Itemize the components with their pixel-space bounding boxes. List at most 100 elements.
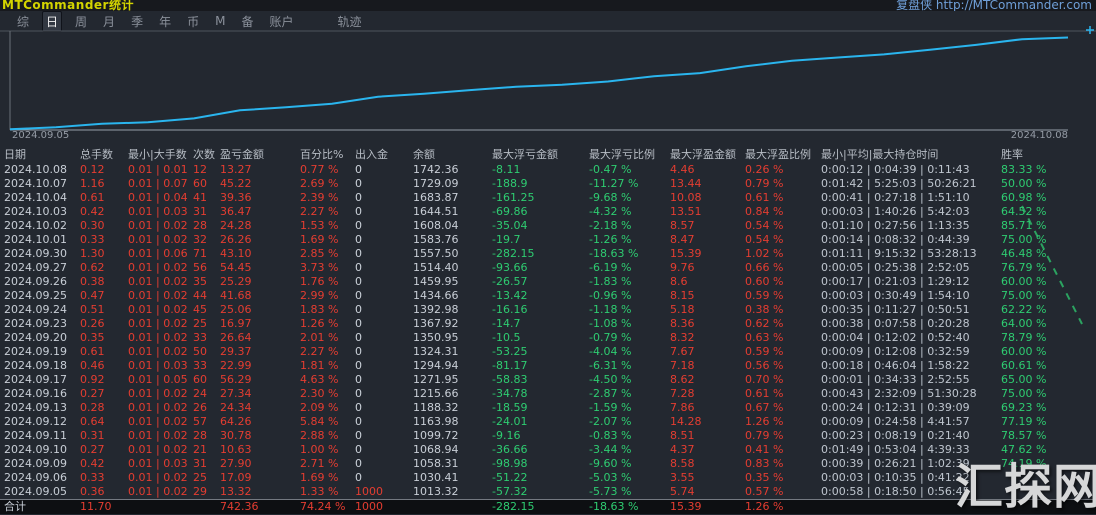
cell-date: 2024.09.09 — [4, 457, 67, 470]
table-row: 2024.09.27 0.62 0.01 | 0.02 56 54.45 3.73 % 0 1… — [0, 261, 1096, 275]
cell-max-float-loss: -18.59 — [492, 401, 528, 414]
cell-win-rate: 75.00 % — [1001, 289, 1047, 302]
brand-link[interactable]: 复盘侠 http://MTCommander.com — [896, 0, 1092, 11]
cell-total-lots: 0.47 — [80, 289, 105, 302]
cell-date: 2024.09.23 — [4, 317, 67, 330]
cell-win-rate: 75.00 % — [1001, 233, 1047, 246]
cell-min-max-lots: 0.01 | 0.02 — [128, 261, 188, 274]
cell-pl-percent: 74.24 % — [300, 500, 346, 513]
cell-date: 2024.09.13 — [4, 401, 67, 414]
cell-max-float-profit-pct: 0.61 % — [745, 191, 784, 204]
cell-deposit: 0 — [355, 429, 362, 442]
cell-min-max-lots: 0.01 | 0.02 — [128, 303, 188, 316]
cell-min-max-lots: 0.01 | 0.02 — [128, 387, 188, 400]
cell-count: 24 — [193, 387, 207, 400]
cell-win-rate: 76.79 % — [1001, 261, 1047, 274]
cell-total-lots: 0.35 — [80, 331, 105, 344]
cell-pl-amount: 27.34 — [220, 387, 252, 400]
cell-max-float-loss: -58.83 — [492, 373, 528, 386]
cell-hold-time: 0:00:03 | 1:40:26 | 5:42:03 — [821, 205, 970, 218]
cell-max-float-loss: -188.9 — [492, 177, 528, 190]
cell-pl-amount: 45.22 — [220, 177, 252, 190]
cell-deposit: 0 — [355, 331, 362, 344]
cell-max-float-profit: 7.18 — [670, 359, 695, 372]
cell-pl-percent: 2.27 % — [300, 345, 339, 358]
cell-hold-time: 0:00:41 | 0:27:18 | 1:51:10 — [821, 191, 970, 204]
cell-win-rate: 69.23 % — [1001, 401, 1047, 414]
cell-pl-amount: 41.68 — [220, 289, 252, 302]
cell-deposit: 0 — [355, 233, 362, 246]
cell-pl-percent: 1.00 % — [300, 443, 339, 456]
cell-hold-time: 0:00:38 | 0:07:58 | 0:20:28 — [821, 317, 970, 330]
cell-total-lots: 0.61 — [80, 191, 105, 204]
cell-max-float-profit: 8.58 — [670, 457, 695, 470]
cell-pl-amount: 17.09 — [220, 471, 252, 484]
table-row: 2024.09.12 0.64 0.01 | 0.02 57 64.26 5.84 % 0 1… — [0, 415, 1096, 429]
cell-hold-time: 0:01:10 | 0:27:56 | 1:13:35 — [821, 219, 970, 232]
col-header-deposit: 出入金 — [355, 148, 388, 161]
cell-count: 31 — [193, 205, 207, 218]
cell-pl-amount: 13.32 — [220, 485, 252, 498]
cell-max-float-loss-pct: -18.63 % — [589, 247, 639, 260]
col-header-balance: 余额 — [413, 148, 435, 161]
table-row: 2024.09.26 0.38 0.01 | 0.02 35 25.29 1.76 % 0 1… — [0, 275, 1096, 289]
cell-max-float-profit: 15.39 — [670, 500, 702, 513]
col-header-hold-time: 最小|平均|最大持仓时间 — [821, 148, 939, 161]
table-row: 2024.10.03 0.42 0.01 | 0.03 31 36.47 2.27 % 0 1… — [0, 205, 1096, 219]
cell-deposit: 0 — [355, 471, 362, 484]
cell-win-rate: 50.00 % — [1001, 177, 1047, 190]
cell-win-rate: 46.48 % — [1001, 247, 1047, 260]
cell-max-float-loss-pct: -9.68 % — [589, 191, 632, 204]
cell-max-float-loss-pct: -6.19 % — [589, 261, 632, 274]
cell-count: 44 — [193, 289, 207, 302]
cell-balance: 1215.66 — [413, 387, 459, 400]
cell-max-float-profit-pct: 0.59 % — [745, 345, 784, 358]
cell-min-max-lots: 0.01 | 0.02 — [128, 317, 188, 330]
cell-min-max-lots: 0.01 | 0.02 — [128, 233, 188, 246]
cell-pl-amount: 24.34 — [220, 401, 252, 414]
cell-pl-percent: 5.84 % — [300, 415, 339, 428]
cell-max-float-profit-pct: 0.62 % — [745, 317, 784, 330]
table-row: 2024.09.16 0.27 0.01 | 0.02 24 27.34 2.30 % 0 1… — [0, 387, 1096, 401]
cell-max-float-loss: -35.04 — [492, 219, 528, 232]
table-row: 2024.10.08 0.12 0.01 | 0.01 12 13.27 0.77 % 0 1… — [0, 163, 1096, 177]
cell-count: 28 — [193, 219, 207, 232]
cell-total-lots: 11.70 — [80, 500, 112, 513]
cell-hold-time: 0:00:14 | 0:08:32 | 0:44:39 — [821, 233, 970, 246]
cell-count: 35 — [193, 275, 207, 288]
cell-max-float-loss: -10.5 — [492, 331, 521, 344]
equity-curve — [0, 26, 1096, 131]
cell-max-float-loss-pct: -18.63 % — [589, 500, 639, 513]
col-header-count: 次数 — [193, 148, 215, 161]
table-row: 2024.09.25 0.47 0.01 | 0.02 44 41.68 2.99 % 0 1… — [0, 289, 1096, 303]
cell-count: 57 — [193, 415, 207, 428]
cell-max-float-loss-pct: -4.50 % — [589, 373, 632, 386]
cell-min-max-lots: 0.01 | 0.02 — [128, 471, 188, 484]
cell-max-float-profit: 7.28 — [670, 387, 695, 400]
cell-balance: 1459.95 — [413, 275, 459, 288]
cell-total-lots: 0.12 — [80, 163, 105, 176]
cell-max-float-profit: 9.76 — [670, 261, 695, 274]
cell-pl-percent: 2.69 % — [300, 177, 339, 190]
cell-max-float-loss-pct: -1.59 % — [589, 401, 632, 414]
cell-hold-time: 0:01:49 | 0:53:04 | 4:39:33 — [821, 443, 970, 456]
cell-pl-amount: 13.27 — [220, 163, 252, 176]
cell-pl-percent: 0.77 % — [300, 163, 339, 176]
cell-count: 32 — [193, 233, 207, 246]
cell-max-float-loss: -16.16 — [492, 303, 528, 316]
table-row: 2024.09.11 0.31 0.01 | 0.02 28 30.78 2.88 % 0 1… — [0, 429, 1096, 443]
cell-max-float-profit-pct: 0.56 % — [745, 359, 784, 372]
cell-balance: 1099.72 — [413, 429, 459, 442]
brand-url[interactable]: http://MTCommander.com — [936, 0, 1092, 11]
cell-max-float-profit-pct: 0.61 % — [745, 387, 784, 400]
cell-pl-percent: 1.53 % — [300, 219, 339, 232]
cell-max-float-loss: -161.25 — [492, 191, 535, 204]
cell-date: 2024.09.26 — [4, 275, 67, 288]
cell-pl-percent: 1.76 % — [300, 275, 339, 288]
cell-date: 2024.09.18 — [4, 359, 67, 372]
table-row: 2024.09.18 0.46 0.01 | 0.03 33 22.99 1.81 % 0 1… — [0, 359, 1096, 373]
cell-total-lots: 0.38 — [80, 275, 105, 288]
table-header-row: 日期 总手数 最小|大手数 次数 盈亏金额 百分比% 出入金 余额 最大浮亏金额 最大浮亏比例 最大… — [0, 146, 1096, 163]
cell-date: 2024.10.01 — [4, 233, 67, 246]
cell-win-rate: 60.00 % — [1001, 275, 1047, 288]
